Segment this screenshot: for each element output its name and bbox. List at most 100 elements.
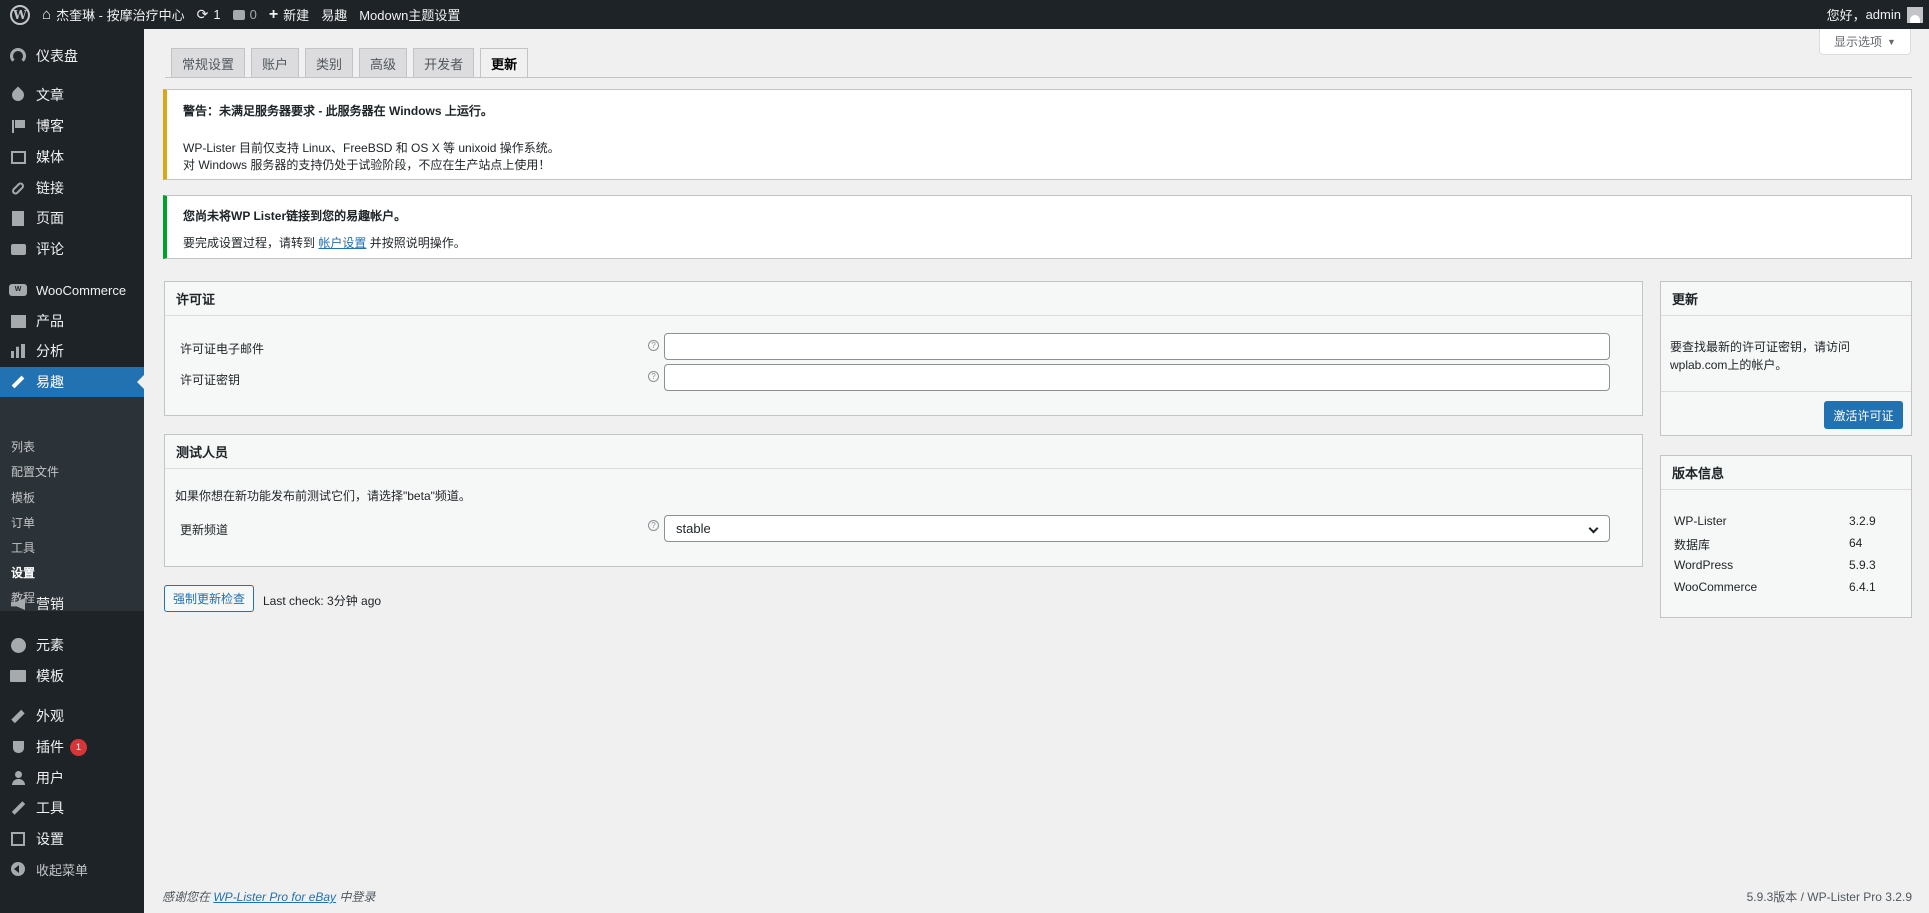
tab-account[interactable]: 账户 (251, 48, 300, 78)
menu-item-label: 仪表盘 (36, 48, 78, 64)
menu-item-dashboard[interactable]: 仪表盘 (0, 41, 144, 71)
license-key-label: 许可证密钥 (180, 373, 241, 387)
menu-item-label: 媒体 (36, 149, 64, 165)
menu-item-pages[interactable]: 页面 (0, 203, 144, 233)
version-info-box: 版本信息 WP-Lister 3.2.9 数据库 64 WordPress 5.… (1660, 455, 1912, 618)
menu-item-label: 外观 (36, 708, 64, 724)
wordpress-logo-menu[interactable]: W (0, 0, 36, 29)
update-box-title: 更新 (1661, 282, 1911, 316)
version-name: 数据库 (1674, 538, 1711, 552)
force-update-check-button[interactable]: 强制更新检查 (164, 585, 254, 612)
menu-item-posts[interactable]: 文章 (0, 80, 144, 110)
warning-title: 警告：未满足服务器要求 - 此服务器在 Windows 上运行。 (183, 104, 493, 118)
menu-item-settings[interactable]: 设置 (0, 824, 144, 854)
version-row: 数据库 64 (1674, 536, 1884, 553)
site-name-link[interactable]: ⌂ 杰奎琳 - 按摩治疗中心 (36, 0, 191, 29)
beta-testers-box: 测试人员 如果你想在新功能发布前测试它们，请选择"beta"频道。 更新频道 ?… (164, 434, 1643, 567)
version-value: 3.2.9 (1849, 514, 1876, 528)
caret-down-icon: ▼ (1887, 36, 1896, 47)
wordpress-logo-icon: W (10, 4, 30, 25)
submenu-item-settings[interactable]: 设置 (11, 564, 35, 581)
plugin-icon (12, 741, 24, 753)
help-icon[interactable]: ? (648, 520, 659, 531)
update-channel-select[interactable]: stable (664, 515, 1610, 542)
megaphone-icon (11, 598, 25, 610)
license-email-input[interactable] (664, 333, 1610, 360)
pin-icon (9, 86, 27, 104)
menu-item-label: 用户 (36, 770, 64, 786)
avatar (1907, 6, 1923, 23)
collapse-icon (11, 862, 25, 876)
version-name: WooCommerce (1674, 580, 1758, 594)
menu-item-label: 工具 (36, 800, 64, 816)
last-check-text: Last check: 3分钟 ago (263, 594, 382, 608)
plus-icon: + (268, 5, 279, 23)
tab-general[interactable]: 常规设置 (171, 48, 246, 78)
menu-item-yiqu[interactable]: 易趣 (0, 367, 144, 397)
menu-item-label: 文章 (36, 87, 64, 103)
menu-item-media[interactable]: 媒体 (0, 142, 144, 172)
tab-advanced[interactable]: 高级 (359, 48, 408, 78)
beta-box-title: 测试人员 (165, 435, 1642, 469)
license-email-label: 许可证电子邮件 (180, 342, 265, 356)
menu-item-analytics[interactable]: 分析 (0, 336, 144, 366)
menu-item-label: 博客 (36, 118, 64, 134)
menu-item-marketing[interactable]: 营销 (0, 589, 144, 619)
submenu-item-profiles[interactable]: 配置文件 (11, 463, 59, 480)
menu-item-comments[interactable]: 评论 (0, 234, 144, 264)
tab-categories[interactable]: 类别 (305, 48, 354, 78)
account-settings-link[interactable]: 帐户设置 (318, 236, 366, 250)
account-link-notice: 您尚未将WP Lister链接到您的易趣帐户。 要完成设置过程，请转到 帐户设置… (163, 195, 1912, 259)
activate-license-button[interactable]: 激活许可证 (1824, 401, 1903, 429)
menu-item-label: 模板 (36, 668, 64, 684)
wp-lister-pro-link[interactable]: WP-Lister Pro for eBay (213, 890, 336, 904)
theme-settings-link[interactable]: Modown主题设置 (353, 0, 466, 29)
help-icon[interactable]: ? (648, 340, 659, 351)
update-box-line-2: wplab.com上的帐户。 (1670, 358, 1788, 372)
username: admin (1865, 7, 1901, 22)
menu-item-links[interactable]: 链接 (0, 173, 144, 203)
menu-item-users[interactable]: 用户 (0, 763, 144, 793)
yiqu-link[interactable]: 易趣 (315, 0, 353, 29)
menu-item-templates[interactable]: 模板 (0, 661, 144, 691)
collapse-menu-button[interactable]: 收起菜单 (0, 854, 144, 884)
my-account-menu[interactable]: 您好， admin (1821, 0, 1929, 29)
license-box: 许可证 许可证电子邮件 ? 许可证密钥 ? (164, 281, 1643, 416)
license-key-input[interactable] (664, 364, 1610, 391)
settings-tabs: 常规设置 账户 类别 高级 开发者 更新 (171, 48, 529, 78)
menu-item-blog[interactable]: 博客 (0, 111, 144, 141)
submenu-item-templates[interactable]: 模板 (11, 489, 35, 506)
submenu-item-orders[interactable]: 订单 (11, 514, 35, 531)
warning-line-1: WP-Lister 目前仅支持 Linux、FreeBSD 和 OS X 等 u… (183, 141, 560, 155)
settings-icon (11, 832, 25, 846)
tab-updates[interactable]: 更新 (480, 48, 529, 78)
menu-item-products[interactable]: 产品 (0, 306, 144, 336)
link-icon (10, 180, 26, 196)
account-notice-text-after: 并按照说明操作。 (369, 236, 466, 250)
new-content-link[interactable]: + 新建 (263, 0, 315, 29)
account-notice-title: 您尚未将WP Lister链接到您的易趣帐户。 (183, 209, 407, 223)
menu-item-woocommerce[interactable]: W WooCommerce (0, 275, 144, 305)
menu-item-appearance[interactable]: 外观 (0, 701, 144, 731)
home-icon: ⌂ (42, 6, 52, 23)
menu-item-tools[interactable]: 工具 (0, 793, 144, 823)
new-label: 新建 (283, 8, 310, 23)
comments-count: 0 (249, 7, 257, 22)
menu-item-elements[interactable]: 元素 (0, 630, 144, 660)
server-warning-notice: 警告：未满足服务器要求 - 此服务器在 Windows 上运行。 WP-List… (163, 89, 1912, 180)
yiqu-submenu: 列表 配置文件 模板 订单 工具 设置 教程 (0, 397, 144, 611)
menu-item-plugins[interactable]: 插件 1 (0, 732, 144, 762)
updates-icon: ⟳ (196, 6, 209, 22)
menu-item-label: 插件 (36, 739, 64, 755)
menu-item-label: 评论 (36, 241, 64, 257)
tab-developer[interactable]: 开发者 (413, 48, 475, 78)
media-icon (10, 150, 26, 164)
comments-link[interactable]: 0 (227, 0, 263, 29)
help-icon[interactable]: ? (648, 371, 659, 382)
comment-bubble-icon (232, 9, 245, 20)
submenu-item-list[interactable]: 列表 (11, 438, 35, 455)
admin-bar: W ⌂ 杰奎琳 - 按摩治疗中心 ⟳ 1 0 + 新建 易趣 Modown主题设… (0, 0, 1929, 29)
submenu-item-tools[interactable]: 工具 (11, 539, 35, 556)
screen-options-button[interactable]: 显示选项 ▼ (1819, 29, 1911, 55)
updates-link[interactable]: ⟳ 1 (191, 0, 227, 29)
